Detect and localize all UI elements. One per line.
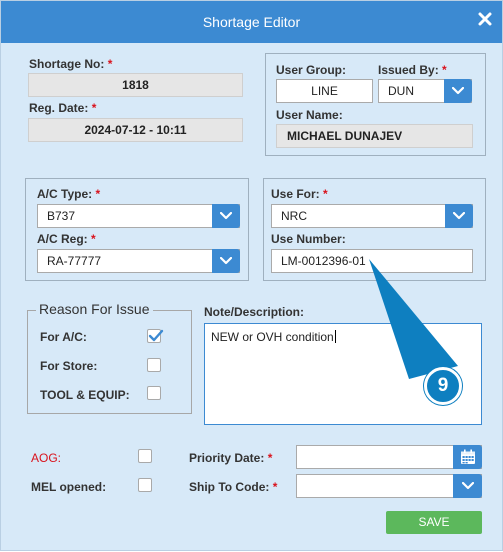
text-caret [334,330,336,343]
close-icon[interactable] [477,11,493,27]
chevron-down-icon [452,87,464,95]
reg-date-label: Reg. Date: * [29,101,97,115]
reason-for-issue-legend: Reason For Issue [36,301,153,317]
shortage-no-field: 1818 [28,73,243,97]
note-text: NEW or OVH condition [211,330,334,344]
use-for-dropdown-button[interactable] [445,204,473,228]
shortage-no-label: Shortage No: * [29,57,113,71]
priority-date-calendar-button[interactable] [453,445,482,469]
use-number-field[interactable]: LM-0012396-01 [271,249,473,273]
aog-checkbox[interactable] [138,449,152,463]
ac-type-select[interactable]: B737 [37,204,240,228]
user-name-label: User Name: [276,108,343,122]
title-bar: Shortage Editor [1,1,502,43]
shortage-editor-dialog: Shortage Editor Shortage No: * 1818 Reg.… [0,0,503,551]
for-ac-label: For A/C: [40,330,87,344]
checkmark-icon [148,329,164,342]
ac-type-dropdown-button[interactable] [212,204,240,228]
user-name-field: MICHAEL DUNAJEV [276,124,473,148]
ship-to-code-label: Ship To Code: * [189,480,278,494]
user-group-label: User Group: [276,63,347,77]
save-button[interactable]: SAVE [386,511,482,534]
tool-equip-label: TOOL & EQUIP: [40,388,130,402]
use-number-label: Use Number: [271,232,346,246]
aog-label: AOG: [31,451,62,465]
ac-reg-dropdown-button[interactable] [212,249,240,273]
issued-by-dropdown-button[interactable] [444,79,472,103]
ac-type-label: A/C Type: * [37,187,101,201]
use-for-label: Use For: * [271,187,328,201]
user-group-field[interactable]: LINE [276,79,373,103]
priority-date-label: Priority Date: * [189,451,273,465]
chevron-down-icon [453,212,465,220]
chevron-down-icon [461,482,474,490]
dialog-title: Shortage Editor [202,14,301,30]
for-ac-checkbox[interactable] [147,329,164,343]
callout-badge: 9 [424,367,462,405]
for-store-checkbox[interactable] [147,358,161,372]
chevron-down-icon [220,257,232,265]
chevron-down-icon [220,212,232,220]
mel-opened-label: MEL opened: [31,480,107,494]
use-for-select[interactable]: NRC [271,204,473,228]
note-label: Note/Description: [204,305,305,319]
ship-to-code-dropdown-button[interactable] [453,474,482,498]
mel-opened-checkbox[interactable] [138,478,152,492]
for-store-label: For Store: [40,359,98,373]
reg-date-field: 2024-07-12 - 10:11 [28,118,243,142]
ac-reg-label: A/C Reg: * [37,232,96,246]
issued-by-label: Issued By: * [378,63,447,77]
calendar-icon [460,449,475,464]
ac-reg-select[interactable]: RA-77777 [37,249,240,273]
tool-equip-checkbox[interactable] [147,386,161,400]
